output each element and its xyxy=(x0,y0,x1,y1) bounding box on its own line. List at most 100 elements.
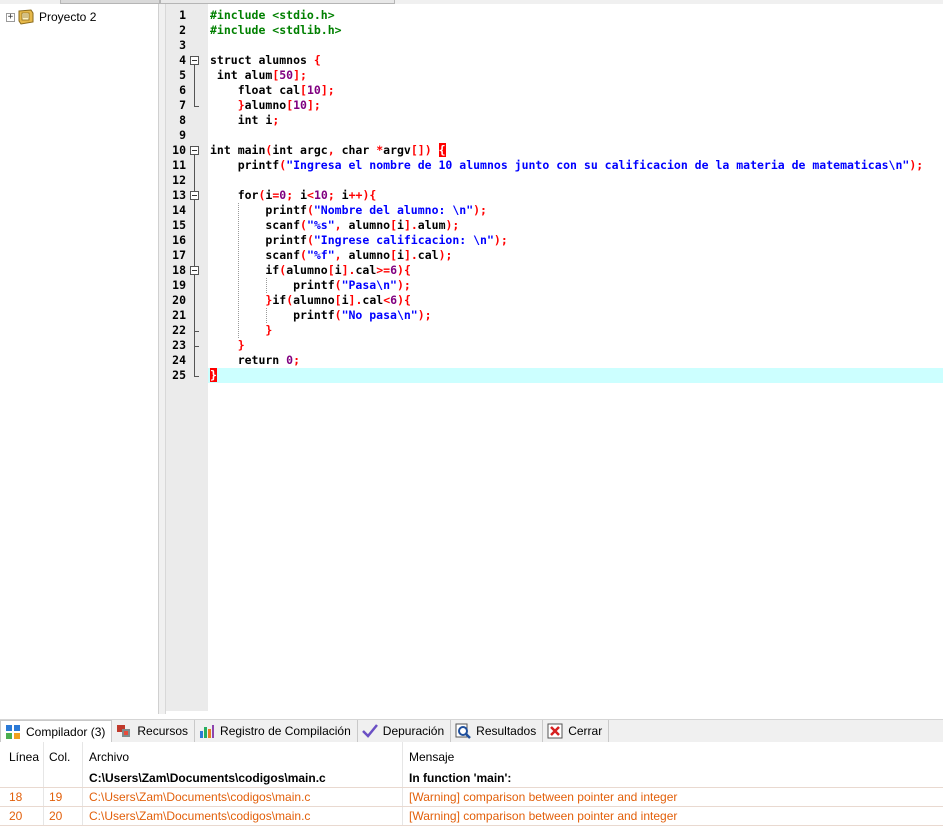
code-text[interactable]: } xyxy=(210,368,217,383)
cell-col: 20 xyxy=(49,809,63,823)
code-line[interactable]: 18 if(alumno[i].cal>=6){ xyxy=(166,263,943,278)
code-line[interactable]: 13 for(i=0; i<10; i++){ xyxy=(166,188,943,203)
bottom-tab-bar: Compilador (3) Recursos Registro de Compil… xyxy=(0,719,943,743)
code-line[interactable]: 8 int i; xyxy=(166,113,943,128)
cell-line: 20 xyxy=(9,809,23,823)
line-number: 3 xyxy=(179,38,186,52)
line-number: 17 xyxy=(172,248,186,262)
code-text[interactable]: scanf("%s", alumno[i].alum); xyxy=(210,218,459,233)
fold-toggle-icon[interactable] xyxy=(190,56,199,65)
fold-toggle-icon[interactable] xyxy=(190,266,199,275)
line-number: 22 xyxy=(172,323,186,337)
code-line[interactable]: 21 printf("No pasa\n"); xyxy=(166,308,943,323)
code-line[interactable]: 12 xyxy=(166,173,943,188)
code-text[interactable]: scanf("%f", alumno[i].cal); xyxy=(210,248,452,263)
code-text[interactable]: if(alumno[i].cal>=6){ xyxy=(210,263,411,278)
tab-compiler[interactable]: Compilador (3) xyxy=(0,720,113,743)
code-text[interactable]: int i; xyxy=(210,113,280,128)
line-number: 24 xyxy=(172,353,186,367)
code-text[interactable]: #include <stdlib.h> xyxy=(210,23,342,38)
code-line[interactable]: 4 struct alumnos { xyxy=(166,53,943,68)
tab-resources[interactable]: Recursos xyxy=(112,720,196,742)
line-number: 11 xyxy=(172,158,186,172)
code-text[interactable]: int alum[50]; xyxy=(210,68,307,83)
tab-debug[interactable]: Depuración xyxy=(358,720,452,742)
code-text[interactable]: for(i=0; i<10; i++){ xyxy=(210,188,377,203)
result-row[interactable]: 20 20 C:\Users\Zam\Documents\codigos\main.… xyxy=(0,807,943,826)
code-text[interactable]: #include <stdio.h> xyxy=(210,8,335,23)
code-line[interactable]: 22 } xyxy=(166,323,943,338)
line-number: 8 xyxy=(179,113,186,127)
code-line[interactable]: 15 scanf("%s", alumno[i].alum); xyxy=(166,218,943,233)
code-text[interactable]: }alumno[10]; xyxy=(210,98,321,113)
code-line[interactable]: 9 xyxy=(166,128,943,143)
code-line[interactable]: 16 printf("Ingrese calificacion: \n"); xyxy=(166,233,943,248)
cell-col: 19 xyxy=(49,790,63,804)
code-line[interactable]: 1 #include <stdio.h> xyxy=(166,8,943,23)
close-icon xyxy=(547,723,563,739)
fold-toggle-icon[interactable] xyxy=(190,191,199,200)
code-line[interactable]: 5 int alum[50]; xyxy=(166,68,943,83)
code-text[interactable]: struct alumnos { xyxy=(210,53,321,68)
tab-close[interactable]: Cerrar xyxy=(543,720,610,742)
code-text[interactable]: printf("Ingresa el nombre de 10 alumnos … xyxy=(210,158,923,173)
project-tree-item[interactable]: + Proyecto 2 xyxy=(6,8,96,26)
result-row[interactable]: 18 19 C:\Users\Zam\Documents\codigos\main.… xyxy=(0,788,943,807)
tab-results[interactable]: Resultados xyxy=(451,720,544,742)
cell-line: 18 xyxy=(9,790,23,804)
tab-label: Cerrar xyxy=(568,724,603,738)
column-header-file[interactable]: Archivo xyxy=(89,749,129,765)
code-text[interactable]: printf("Ingrese calificacion: \n"); xyxy=(210,233,507,248)
line-number: 12 xyxy=(172,173,186,187)
code-line[interactable]: 25} xyxy=(166,368,943,383)
fold-line xyxy=(194,275,195,331)
code-line[interactable]: 20 }if(alumno[i].cal<6){ xyxy=(166,293,943,308)
fold-line xyxy=(194,65,195,106)
cell-message: [Warning] comparison between pointer and… xyxy=(409,790,678,804)
code-text[interactable]: } xyxy=(210,323,272,338)
indent-guide xyxy=(266,308,267,323)
tab-label: Compilador (3) xyxy=(26,725,106,739)
code-line[interactable]: 7 }alumno[10]; xyxy=(166,98,943,113)
result-row[interactable]: C:\Users\Zam\Documents\codigos\main.c In … xyxy=(0,769,943,788)
code-line[interactable]: 19 printf("Pasa\n"); xyxy=(166,278,943,293)
code-line[interactable]: 14 printf("Nombre del alumno: \n"); xyxy=(166,203,943,218)
line-number: 13 xyxy=(172,188,186,202)
tab-label: Recursos xyxy=(137,724,189,738)
fold-end-marker xyxy=(194,331,199,332)
code-text[interactable]: float cal[10]; xyxy=(210,83,335,98)
indent-guide xyxy=(266,278,267,293)
cell-file: C:\Users\Zam\Documents\codigos\main.c xyxy=(89,771,326,785)
code-line[interactable]: 3 xyxy=(166,38,943,53)
code-line[interactable]: 24 return 0; xyxy=(166,353,943,368)
fold-toggle-icon[interactable] xyxy=(190,146,199,155)
project-icon xyxy=(18,9,34,25)
project-label: Proyecto 2 xyxy=(39,10,97,24)
code-text[interactable]: printf("No pasa\n"); xyxy=(210,308,432,323)
code-line[interactable]: 10 int main(int argc, char *argv[]) { xyxy=(166,143,943,158)
code-text[interactable]: printf("Pasa\n"); xyxy=(210,278,411,293)
debug-icon xyxy=(361,723,378,739)
tab-compile-log[interactable]: Registro de Compilación xyxy=(195,720,358,742)
column-header-col[interactable]: Col. xyxy=(49,749,70,765)
line-number: 9 xyxy=(179,128,186,142)
line-number: 23 xyxy=(172,338,186,352)
code-text[interactable]: printf("Nombre del alumno: \n"); xyxy=(210,203,487,218)
panel-splitter[interactable] xyxy=(159,4,166,714)
code-text[interactable]: } xyxy=(210,338,245,353)
column-header-message[interactable]: Mensaje xyxy=(409,749,454,765)
code-text[interactable]: }if(alumno[i].cal<6){ xyxy=(210,293,411,308)
line-number: 25 xyxy=(172,368,186,382)
code-line[interactable]: 23 } xyxy=(166,338,943,353)
code-line[interactable]: 11 printf("Ingresa el nombre de 10 alumn… xyxy=(166,158,943,173)
code-line[interactable]: 17 scanf("%f", alumno[i].cal); xyxy=(166,248,943,263)
line-number: 4 xyxy=(179,53,186,67)
code-editor[interactable]: 1 #include <stdio.h> 2 #include <stdlib.h> 3… xyxy=(166,4,943,714)
code-line[interactable]: 6 float cal[10]; xyxy=(166,83,943,98)
code-line[interactable]: 2 #include <stdlib.h> xyxy=(166,23,943,38)
results-icon xyxy=(455,723,472,739)
code-text[interactable]: int main(int argc, char *argv[]) { xyxy=(210,143,446,158)
expand-icon[interactable]: + xyxy=(6,12,15,22)
code-text[interactable]: return 0; xyxy=(210,353,300,368)
column-header-line[interactable]: Línea xyxy=(9,749,39,765)
